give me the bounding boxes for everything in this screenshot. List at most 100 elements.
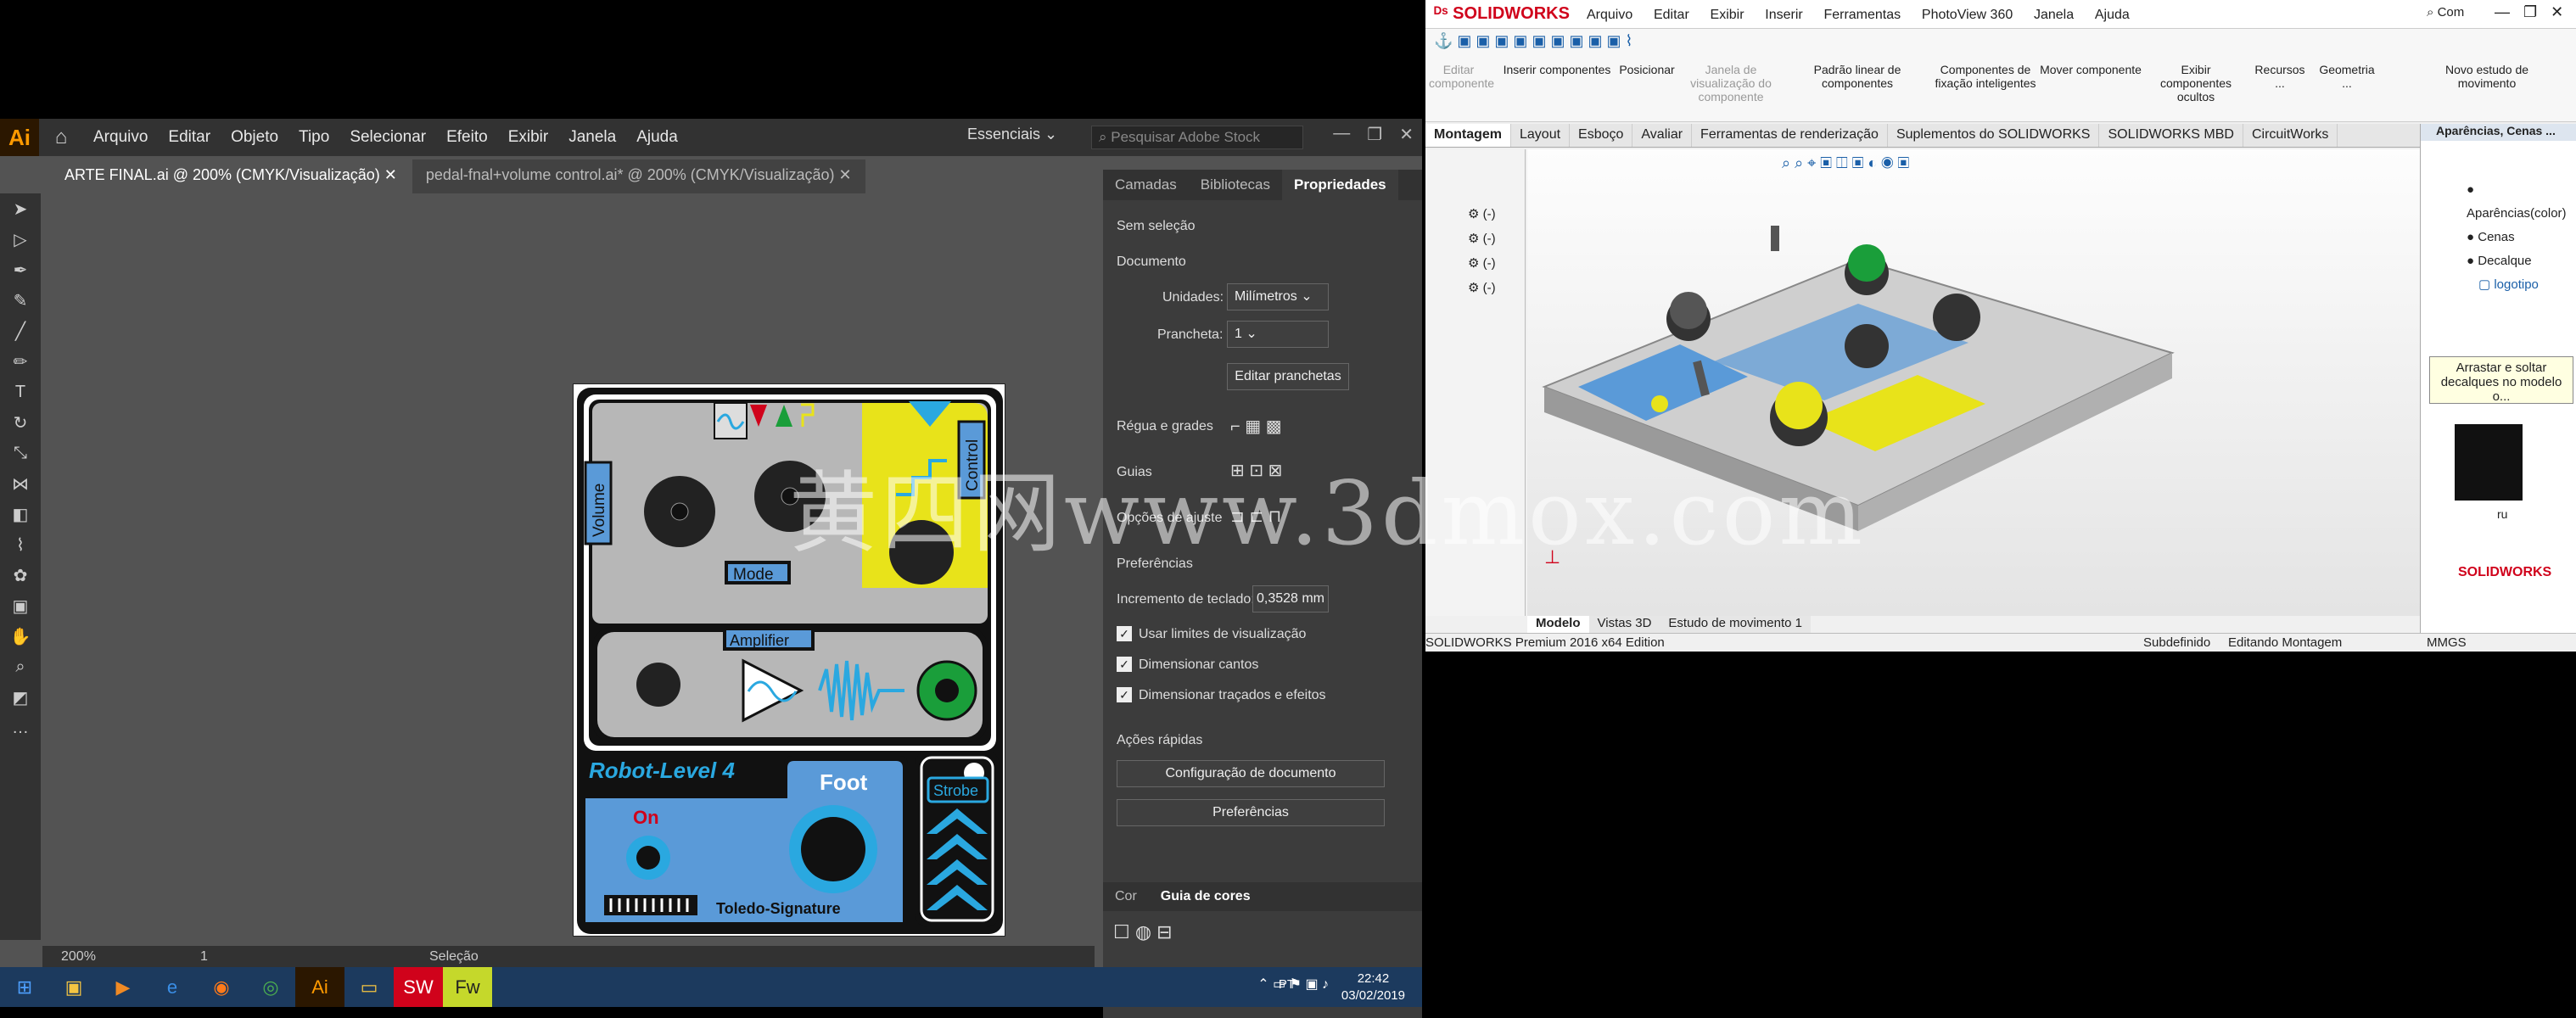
appearance-color[interactable]: ● Aparências(color) (2467, 178, 2576, 226)
curvature-icon[interactable]: ✎ (0, 285, 41, 316)
tree-item[interactable]: ⚙ (-) (1468, 202, 1496, 227)
ribbon-move-component[interactable]: Mover componente (2040, 63, 2142, 76)
sw-menu-ferramentas[interactable]: Ferramentas (1815, 8, 1909, 22)
direct-selection-icon[interactable]: ▷ (0, 224, 41, 255)
ribbon-show-hidden[interactable]: Exibir componentes ocultos (2145, 63, 2247, 103)
illustrator-task-icon[interactable]: Ai (295, 967, 344, 1007)
ruler-icon[interactable]: ⌐ ▦ ▩ (1230, 416, 1282, 437)
gradient-icon[interactable]: ◧ (0, 499, 41, 529)
ribbon-insert-components[interactable]: Inserir componentes (1502, 63, 1612, 76)
menu-ajuda[interactable]: Ajuda (626, 128, 688, 147)
menu-janela[interactable]: Janela (558, 128, 626, 147)
eyedropper-icon[interactable]: ⌇ (0, 529, 41, 560)
workspace-switcher[interactable]: Essenciais ⌄ (967, 126, 1057, 143)
artboard-icon[interactable]: ▣ (0, 590, 41, 621)
sw-minimize-icon[interactable]: — (2495, 3, 2510, 21)
menu-objeto[interactable]: Objeto (221, 128, 288, 147)
appearance-decal[interactable]: ● Decalque (2467, 249, 2576, 273)
type-tool-icon[interactable]: T (0, 377, 41, 407)
tab-3d-views[interactable]: Vistas 3D (1589, 616, 1660, 633)
tab-motion-study[interactable]: Estudo de movimento 1 (1660, 616, 1811, 633)
selection-tool-icon[interactable]: ➤ (0, 193, 41, 224)
doc-tab-arte-final[interactable]: ARTE FINAL.ai @ 200% (CMYK/Visualização)… (51, 159, 411, 193)
decal-thumbnail[interactable] (2455, 424, 2523, 501)
menu-editar[interactable]: Editar (158, 128, 221, 147)
folder-icon[interactable]: ▭ (344, 967, 394, 1007)
zoom-level[interactable]: 200% (61, 949, 96, 965)
fireworks-icon[interactable]: Fw (443, 967, 492, 1007)
menu-selecionar[interactable]: Selecionar (339, 128, 436, 147)
sw-menu-arquivo[interactable]: Arquivo (1578, 8, 1641, 22)
ribbon-geometry[interactable]: Geometria ... (2313, 63, 2381, 90)
sw-close-icon[interactable]: ✕ (2551, 3, 2563, 21)
menu-efeito[interactable]: Efeito (436, 128, 498, 147)
tab-montagem[interactable]: Montagem (1425, 124, 1511, 147)
tree-item[interactable]: ⚙ (-) (1468, 251, 1496, 276)
check-view-bounds[interactable]: ✓ Usar limites de visualização (1117, 626, 1306, 642)
ribbon-smart-fasteners[interactable]: Componentes de fixação inteligentes (1935, 63, 2036, 90)
clock[interactable]: 22:42 03/02/2019 (1341, 970, 1405, 1004)
pen-tool-icon[interactable]: ✒ (0, 255, 41, 285)
chrome-icon[interactable]: ◎ (246, 967, 295, 1007)
media-player-icon[interactable]: ▶ (98, 967, 148, 1007)
explorer-icon[interactable]: ▣ (49, 967, 98, 1007)
tab-render-tools[interactable]: Ferramentas de renderização (1692, 124, 1888, 147)
sw-menu-photoview[interactable]: PhotoView 360 (1913, 8, 2021, 22)
sw-menu-exibir[interactable]: Exibir (1702, 8, 1753, 22)
units-select[interactable]: Milímetros ⌄ (1227, 283, 1329, 310)
solidworks-task-icon[interactable]: SW (394, 967, 443, 1007)
tab-circuitworks[interactable]: CircuitWorks (2243, 124, 2338, 147)
tab-mbd[interactable]: SOLIDWORKS MBD (2099, 124, 2243, 147)
firefox-icon[interactable]: ◉ (197, 967, 246, 1007)
check-scale-corners[interactable]: ✓ Dimensionar cantos (1117, 657, 1258, 673)
tab-avaliar[interactable]: Avaliar (1632, 124, 1693, 147)
scale-icon[interactable]: ⤡ (0, 438, 41, 468)
start-icon[interactable]: ⊞ (0, 967, 49, 1007)
tray-icons[interactable]: ⌃ ▭ ⚑ ▣ ♪ (1257, 976, 1329, 993)
artboard-nav[interactable]: 1 (200, 949, 208, 965)
tab-modelo[interactable]: Modelo (1527, 616, 1589, 633)
tab-cor[interactable]: Cor (1103, 889, 1149, 904)
minimize-icon[interactable]: — (1333, 124, 1350, 145)
menu-tipo[interactable]: Tipo (288, 128, 339, 147)
color-swatch-icon[interactable]: ☐ ◍ ⊟ (1113, 921, 1173, 943)
sw-quick-toolbar[interactable]: ⚓ ▣ ▣ ▣ ▣ ▣ ▣ ▣ ▣ ▣ ⌇ (1434, 32, 1632, 50)
rotate-icon[interactable]: ↻ (0, 407, 41, 438)
tab-bibliotecas[interactable]: Bibliotecas (1189, 176, 1282, 193)
checkbox-icon[interactable]: ✓ (1117, 687, 1132, 702)
sw-units[interactable]: MMGS (2427, 635, 2467, 650)
sw-restore-icon[interactable]: ❐ (2523, 3, 2537, 21)
zoom-icon[interactable]: ⌕ (0, 652, 41, 682)
sw-search-input[interactable]: ⌕ Com (2427, 5, 2464, 20)
sw-menu-editar[interactable]: Editar (1645, 8, 1698, 22)
edit-artboards-button[interactable]: Editar pranchetas (1227, 363, 1349, 390)
symbol-icon[interactable]: ✿ (0, 560, 41, 590)
keyboard-inc-input[interactable]: 0,3528 mm (1252, 585, 1329, 612)
restore-icon[interactable]: ❐ (1367, 124, 1382, 145)
prefs-button[interactable]: Preferências (1117, 799, 1385, 826)
tree-item[interactable]: ⚙ (-) (1468, 227, 1496, 251)
check-scale-strokes[interactable]: ✓ Dimensionar traçados e efeitos (1117, 687, 1326, 703)
tab-addins[interactable]: Suplementos do SOLIDWORKS (1888, 124, 2100, 147)
ribbon-linear-pattern[interactable]: Padrão linear de componentes (1785, 63, 1929, 90)
ribbon-new-motion-study[interactable]: Novo estudo de movimento (2440, 63, 2534, 90)
width-icon[interactable]: ⋈ (0, 468, 41, 499)
hand-icon[interactable]: ✋ (0, 621, 41, 652)
sw-menu-ajuda[interactable]: Ajuda (2086, 8, 2138, 22)
stock-search-input[interactable]: ⌕ Pesquisar Adobe Stock (1091, 126, 1303, 149)
sw-menu-inserir[interactable]: Inserir (1756, 8, 1811, 22)
tab-guia-cores[interactable]: Guia de cores (1149, 889, 1263, 904)
checkbox-icon[interactable]: ✓ (1117, 626, 1132, 641)
ribbon-edit-component[interactable]: Editar componente (1429, 63, 1494, 90)
fill-stroke-icon[interactable]: ◩ (0, 682, 41, 713)
ribbon-position[interactable]: Posicionar (1617, 63, 1677, 76)
checkbox-icon[interactable]: ✓ (1117, 657, 1132, 672)
home-icon[interactable]: ⌂ (39, 119, 83, 156)
more-tools-icon[interactable]: … (0, 713, 41, 743)
tab-layout[interactable]: Layout (1511, 124, 1571, 147)
pencil-icon[interactable]: ✏ (0, 346, 41, 377)
menu-exibir[interactable]: Exibir (498, 128, 559, 147)
appearance-scenes[interactable]: ● Cenas (2467, 226, 2576, 249)
artboard-select[interactable]: 1 ⌄ (1227, 321, 1329, 348)
ie-icon[interactable]: e (148, 967, 197, 1007)
